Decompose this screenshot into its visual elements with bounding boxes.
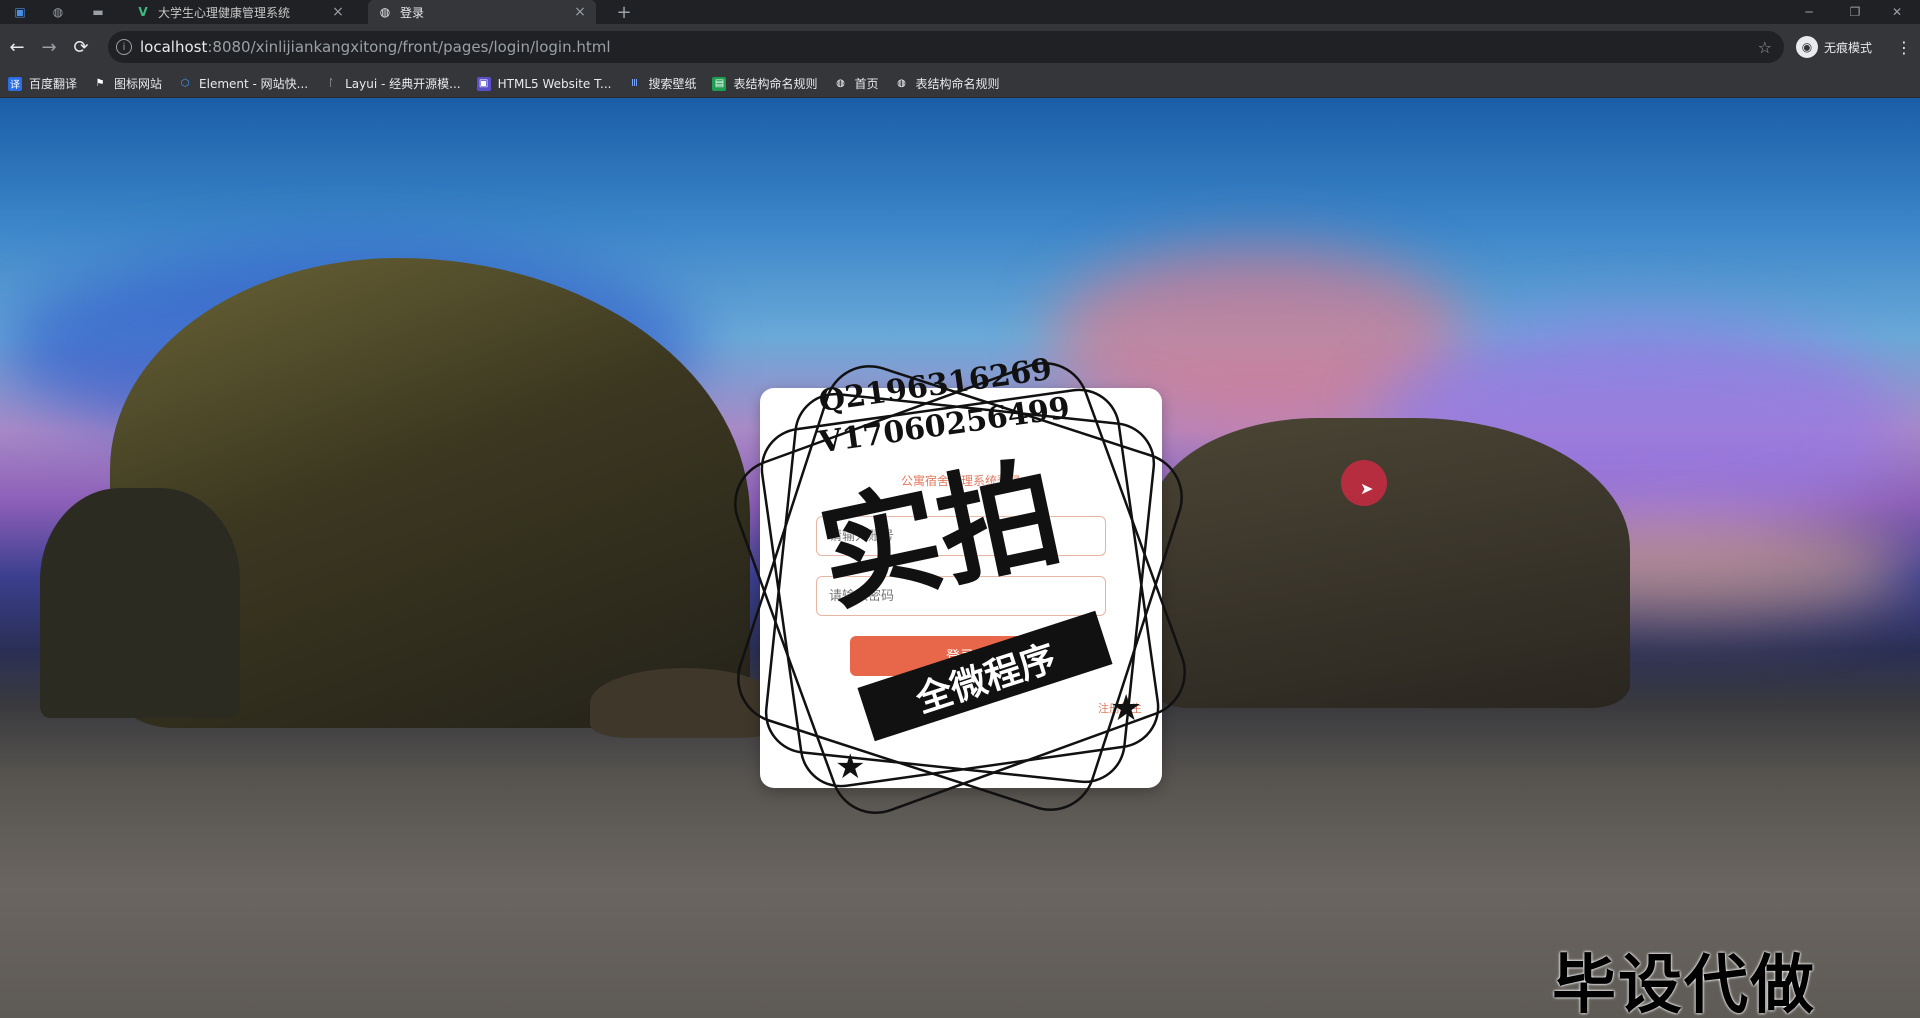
globe-icon: ◍ <box>52 5 64 19</box>
translate-icon: 译 <box>8 76 22 91</box>
bookmark-label: 表结构命名规则 <box>915 77 1000 91</box>
bookmark-item[interactable]: 译百度翻译 <box>8 75 77 92</box>
background-rock <box>40 488 240 718</box>
site-info-icon[interactable]: i <box>116 39 132 55</box>
bookmark-item[interactable]: Ⅲ 搜索壁纸 <box>627 75 696 92</box>
wallpaper-icon: Ⅲ <box>631 78 638 89</box>
pinned-tab-app[interactable]: ▣ <box>6 0 34 24</box>
background-rock <box>1150 418 1630 708</box>
forward-button[interactable]: → <box>36 34 62 60</box>
pinned-tab-globe[interactable]: ◍ <box>44 0 72 24</box>
url-path: :8080/xinlijiankangxitong/front/pages/lo… <box>207 38 611 56</box>
close-tab-icon[interactable]: × <box>330 4 346 20</box>
bookmark-item[interactable]: ⚑ 图标网站 <box>93 75 163 92</box>
tab-management-system[interactable]: V 大学生心理健康管理系统 × <box>126 0 354 24</box>
corner-watermark: 毕设代做 <box>1552 949 1816 1018</box>
restore-button[interactable]: ❐ <box>1832 0 1878 24</box>
globe-icon: ◍ <box>897 78 906 89</box>
bookmark-item[interactable]: ◍ 首页 <box>833 75 878 92</box>
globe-icon: ◍ <box>379 5 391 19</box>
url-host: localhost <box>140 38 208 56</box>
pinned-tab-page[interactable]: ▬ <box>84 0 112 24</box>
bookmark-item[interactable]: ◍ 表结构命名规则 <box>895 75 1000 92</box>
page-icon: ▬ <box>92 5 104 19</box>
bookmarks-bar: 译百度翻译 ⚑ 图标网站 ⬡ Element - 网站快... ᛚ Layui - 经… <box>0 70 1920 98</box>
address-bar[interactable]: i localhost:8080/xinlijiankangxitong/fro… <box>108 31 1784 63</box>
browser-window: ▣ ◍ ▬ V 大学生心理健康管理系统 × ◍ 登录 × + ─ ❐ ✕ ← →… <box>0 0 1920 1018</box>
flag-icon: ⚑ <box>95 78 105 89</box>
bookmark-label: 首页 <box>854 77 879 91</box>
bookmark-item[interactable]: ⬡ Element - 网站快... <box>178 75 308 92</box>
cursor-arrow-icon: ➤ <box>1360 479 1374 498</box>
bookmark-item[interactable]: ᛚ Layui - 经典开源模... <box>324 75 460 92</box>
back-button[interactable]: ← <box>4 34 30 60</box>
reload-button[interactable]: ⟳ <box>68 34 94 60</box>
incognito-icon: ◉ <box>1796 36 1818 58</box>
bookmark-label: Element - 网站快... <box>199 77 309 91</box>
bookmark-item[interactable]: ▤ 表结构命名规则 <box>712 75 817 92</box>
close-window-button[interactable]: ✕ <box>1874 0 1920 24</box>
tab-login[interactable]: ◍ 登录 × <box>368 0 596 24</box>
background-rock <box>590 668 780 738</box>
tab-strip: ▣ ◍ ▬ V 大学生心理健康管理系统 × ◍ 登录 × + ─ ❐ ✕ <box>0 0 1920 24</box>
app-icon: ▣ <box>14 5 26 19</box>
browser-toolbar: ← → ⟳ i localhost:8080/xinlijiankangxito… <box>0 24 1920 70</box>
bookmark-label: Layui - 经典开源模... <box>345 77 461 91</box>
login-page: 公寓宿舍管理系统登录 登录 注册学生 ★ ★ Q2196316269 V1706… <box>0 98 1920 1018</box>
tab-title: 大学生心理健康管理系统 <box>158 5 291 20</box>
new-tab-button[interactable]: + <box>612 0 636 24</box>
globe-icon: ◍ <box>836 78 845 89</box>
element-icon: ⬡ <box>180 78 190 89</box>
register-link[interactable]: 注册学生 <box>1098 700 1142 716</box>
bookmark-label: 图标网站 <box>114 77 163 91</box>
vue-icon: V <box>138 5 148 19</box>
browser-menu-button[interactable]: ⋮ <box>1894 34 1914 60</box>
bookmark-label: 搜索壁纸 <box>648 77 697 91</box>
bookmark-label: 表结构命名规则 <box>733 77 818 91</box>
minimize-button[interactable]: ─ <box>1786 0 1832 24</box>
incognito-label: 无痕模式 <box>1824 40 1873 55</box>
bookmark-item[interactable]: ▣ HTML5 Website T... <box>476 76 612 91</box>
tab-title: 登录 <box>400 5 425 20</box>
incognito-indicator[interactable]: ◉ 无痕模式 <box>1796 34 1872 60</box>
bookmark-label: 百度翻译 <box>29 77 78 91</box>
sheet-icon: ▤ <box>712 76 727 91</box>
layui-icon: ᛚ <box>328 78 335 89</box>
bookmark-star-icon[interactable]: ☆ <box>1758 38 1772 57</box>
html5-icon: ▣ <box>476 76 491 91</box>
close-tab-icon[interactable]: × <box>572 4 588 20</box>
bookmark-label: HTML5 Website T... <box>497 76 612 91</box>
